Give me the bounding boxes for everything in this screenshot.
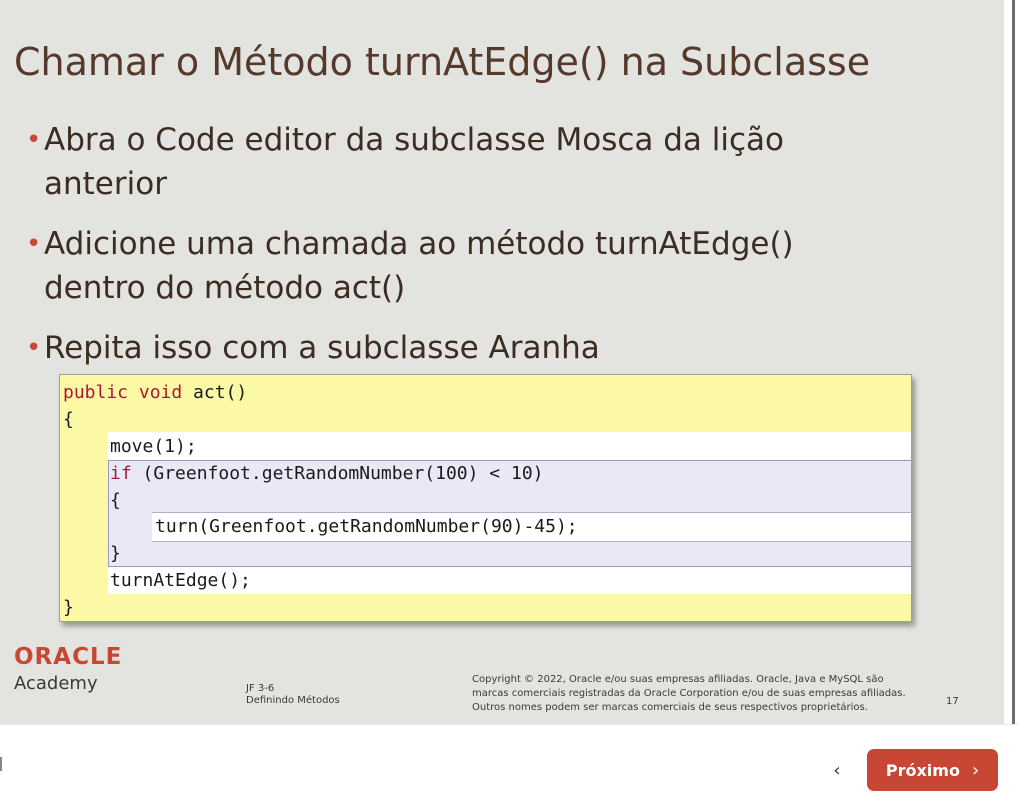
previous-button[interactable]: ‹ <box>822 753 852 787</box>
slide: Chamar o Método turnAtEdge() na Subclass… <box>0 0 1004 724</box>
code-line-signature: public void act() <box>63 380 247 406</box>
code-keyword: if <box>110 463 132 484</box>
code-keyword: public void <box>63 382 183 403</box>
viewer-scroll-divider <box>1012 0 1015 724</box>
navigation-bar <box>0 724 1018 796</box>
code-line-move: move(1); <box>110 434 197 460</box>
code-text: act() <box>182 382 248 403</box>
oracle-logo: ORACLE <box>14 644 123 670</box>
page-number: 17 <box>946 696 959 707</box>
code-line-if-close: } <box>110 541 121 567</box>
bullet-marker: • <box>26 333 42 363</box>
code-text: { <box>63 409 74 430</box>
bullet-list: • Abra o Code editor da subclasse Mosca … <box>26 118 886 386</box>
academy-label: Academy <box>14 673 98 694</box>
code-text: (Greenfoot.getRandomNumber(100) < 10) <box>131 463 544 484</box>
course-info: JF 3-6 Definindo Métodos <box>246 683 340 707</box>
bullet-item: • Abra o Code editor da subclasse Mosca … <box>26 118 886 206</box>
code-text: move(1); <box>110 436 197 457</box>
copyright-notice: Copyright © 2022, Oracle e/ou suas empre… <box>472 674 906 713</box>
chevron-right-icon: › <box>971 759 980 781</box>
code-text: turn(Greenfoot.getRandomNumber(90)-45); <box>155 516 578 537</box>
code-text: turnAtEdge(); <box>110 570 251 591</box>
edge-marker <box>0 757 2 771</box>
chevron-left-icon: ‹ <box>833 759 841 781</box>
course-code: JF 3-6 <box>246 683 275 694</box>
bullet-item: • Repita isso com a subclasse Aranha <box>26 326 886 370</box>
code-line-if: if (Greenfoot.getRandomNumber(100) < 10) <box>110 461 544 487</box>
code-line-turn: turn(Greenfoot.getRandomNumber(90)-45); <box>155 514 578 540</box>
code-line-if-open: { <box>110 488 121 514</box>
bullet-marker: • <box>26 229 42 259</box>
code-text: } <box>63 597 74 618</box>
code-text: } <box>110 543 121 564</box>
viewer-edge <box>1004 0 1018 724</box>
bullet-text: Repita isso com a subclasse Aranha <box>44 330 600 366</box>
bullet-text: Adicione uma chamada ao método turnAtEdg… <box>44 226 794 306</box>
code-line-open-brace: { <box>63 407 74 433</box>
bullet-text: Abra o Code editor da subclasse Mosca da… <box>44 122 785 202</box>
course-title: Definindo Métodos <box>246 695 340 706</box>
slide-title: Chamar o Método turnAtEdge() na Subclass… <box>14 40 871 84</box>
code-line-turn-at-edge: turnAtEdge(); <box>110 568 251 594</box>
bullet-item: • Adicione uma chamada ao método turnAtE… <box>26 222 886 310</box>
code-text: { <box>110 490 121 511</box>
code-snippet: public void act() { move(1); if (Greenfo… <box>59 374 912 622</box>
bullet-marker: • <box>26 125 42 155</box>
next-button[interactable]: Próximo › <box>867 749 998 791</box>
next-button-label: Próximo <box>885 760 960 780</box>
code-line-close-brace: } <box>63 595 74 621</box>
